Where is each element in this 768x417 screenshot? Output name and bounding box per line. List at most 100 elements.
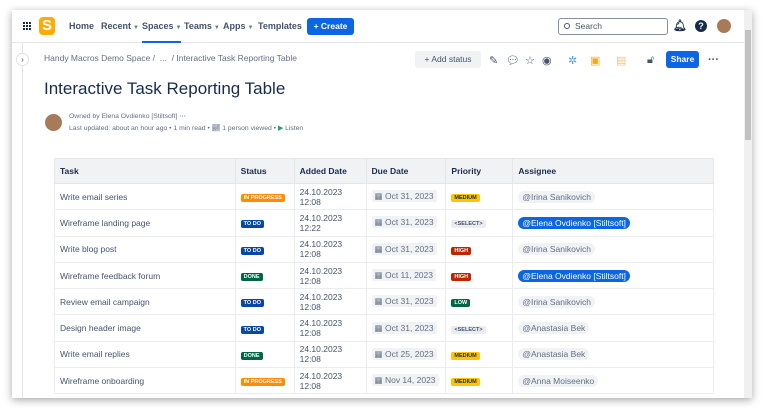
due-date-cell[interactable]: ▦ Oct 31, 2023 bbox=[365, 182, 447, 211]
assignee-cell[interactable]: @Irina Sanikovich bbox=[512, 235, 714, 263]
viewed-count[interactable]: 1 person viewed bbox=[222, 125, 272, 132]
search-input[interactable]: Search bbox=[558, 18, 668, 35]
due-date-cell[interactable]: ▦ Oct 31, 2023 bbox=[365, 235, 447, 263]
confluence-logo[interactable]: S bbox=[39, 17, 55, 35]
status-cell[interactable]: TO DO bbox=[234, 235, 295, 263]
task-cell[interactable]: Write email replies bbox=[54, 340, 236, 369]
scrollbar-thumb[interactable] bbox=[745, 30, 751, 140]
column-header[interactable]: Task bbox=[54, 158, 236, 184]
priority-badge[interactable]: <SELECT> bbox=[451, 220, 486, 229]
nav-recent[interactable]: Recent ▼ bbox=[101, 10, 139, 43]
nav-home[interactable]: Home bbox=[69, 10, 94, 43]
app-icon[interactable]: ▣ bbox=[590, 54, 600, 67]
listen-link[interactable]: Listen bbox=[285, 125, 303, 132]
column-header[interactable]: Priority bbox=[445, 158, 514, 184]
status-cell[interactable]: DONE bbox=[234, 340, 295, 369]
task-cell[interactable]: Write email series bbox=[54, 182, 236, 211]
task-cell[interactable]: Wireframe feedback forum bbox=[54, 261, 236, 290]
priority-cell[interactable]: <SELECT> bbox=[445, 314, 514, 342]
priority-cell[interactable]: MEDIUM bbox=[445, 340, 514, 369]
status-badge[interactable]: TO DO bbox=[240, 220, 264, 229]
task-cell[interactable]: Write blog post bbox=[54, 235, 236, 263]
assignee-cell[interactable]: @Anna Moiseenko bbox=[512, 367, 714, 395]
assignee-cell[interactable]: @Irina Sanikovich bbox=[512, 182, 714, 211]
app-switcher-icon[interactable] bbox=[23, 22, 32, 31]
status-cell[interactable]: TO DO bbox=[234, 209, 295, 237]
priority-cell[interactable]: <SELECT> bbox=[445, 209, 514, 237]
priority-badge[interactable]: MEDIUM bbox=[451, 194, 480, 203]
assignee-cell[interactable]: @Anastasia Bek bbox=[512, 314, 714, 342]
app-icon-2[interactable]: ▤ bbox=[616, 54, 626, 67]
more-actions-icon[interactable]: ··· bbox=[708, 54, 719, 66]
priority-cell[interactable]: HIGH bbox=[445, 235, 514, 263]
assignee-cell[interactable]: @Irina Sanikovich bbox=[512, 288, 714, 316]
task-cell[interactable]: Review email campaign bbox=[54, 288, 236, 316]
status-cell[interactable]: TO DO bbox=[234, 288, 295, 316]
column-header[interactable]: Status bbox=[234, 158, 295, 184]
assignee-mention[interactable]: @Elena Ovdienko [Stiltsoft] bbox=[518, 216, 630, 229]
status-badge[interactable]: TO DO bbox=[240, 299, 264, 308]
due-date-cell[interactable]: ▦ Oct 25, 2023 bbox=[365, 340, 447, 369]
assignee-mention[interactable]: @Elena Ovdienko [Stiltsoft] bbox=[518, 269, 630, 282]
priority-cell[interactable]: MEDIUM bbox=[445, 182, 514, 211]
assignee-mention[interactable]: @Irina Sanikovich bbox=[518, 295, 595, 308]
more-icon[interactable]: ··· bbox=[179, 113, 186, 120]
priority-cell[interactable]: LOW bbox=[445, 288, 514, 316]
create-button[interactable]: + Create bbox=[307, 18, 354, 35]
due-date-cell[interactable]: ▦ Nov 14, 2023 bbox=[365, 367, 447, 395]
assignee-mention[interactable]: @Anastasia Bek bbox=[518, 348, 590, 361]
due-date-cell[interactable]: ▦ Oct 31, 2023 bbox=[365, 209, 447, 237]
breadcrumb-space[interactable]: Handy Macros Demo Space bbox=[44, 53, 150, 63]
due-date[interactable]: ▦ Oct 25, 2023 bbox=[371, 347, 437, 360]
expand-sidebar-button[interactable]: › bbox=[16, 53, 29, 66]
nav-apps[interactable]: Apps ▼ bbox=[223, 10, 253, 43]
assignee-cell[interactable]: @Elena Ovdienko [Stiltsoft] bbox=[512, 209, 714, 237]
priority-badge[interactable]: HIGH bbox=[451, 246, 472, 255]
assignee-mention[interactable]: @Irina Sanikovich bbox=[518, 190, 595, 203]
status-cell[interactable]: TO DO bbox=[234, 314, 295, 342]
add-status-button[interactable]: + Add status bbox=[415, 51, 481, 68]
owner-avatar[interactable] bbox=[45, 114, 62, 131]
priority-cell[interactable]: HIGH bbox=[445, 261, 514, 290]
assignee-mention[interactable]: @Anastasia Bek bbox=[518, 322, 590, 335]
edit-icon[interactable]: ✎ bbox=[489, 54, 498, 67]
assignee-cell[interactable]: @Anastasia Bek bbox=[512, 340, 714, 369]
star-icon[interactable]: ☆ bbox=[525, 54, 535, 67]
status-cell[interactable]: DONE bbox=[234, 261, 295, 290]
due-date-cell[interactable]: ▦ Oct 31, 2023 bbox=[365, 288, 447, 316]
status-badge[interactable]: TO DO bbox=[240, 325, 264, 334]
status-badge[interactable]: IN PROGRESS bbox=[240, 378, 285, 387]
due-date-cell[interactable]: ▦ Oct 11, 2023 bbox=[365, 261, 447, 290]
column-header[interactable]: Added Date bbox=[293, 158, 367, 184]
task-cell[interactable]: Design header image bbox=[54, 314, 236, 342]
priority-badge[interactable]: HIGH bbox=[451, 273, 472, 282]
restrictions-icon[interactable]: 🔓︎ bbox=[647, 54, 654, 67]
nav-templates[interactable]: Templates bbox=[258, 10, 302, 43]
user-avatar[interactable] bbox=[717, 19, 731, 33]
status-badge[interactable]: TO DO bbox=[240, 246, 264, 255]
task-cell[interactable]: Wireframe onboarding bbox=[54, 367, 236, 395]
notifications-icon[interactable]: 🔔︎ bbox=[673, 20, 687, 32]
priority-badge[interactable]: LOW bbox=[451, 299, 471, 308]
column-header[interactable]: Due Date bbox=[365, 158, 447, 184]
scrollbar[interactable] bbox=[744, 10, 752, 398]
due-date-cell[interactable]: ▦ Oct 31, 2023 bbox=[365, 314, 447, 342]
assignee-mention[interactable]: @Anna Moiseenko bbox=[518, 374, 599, 387]
priority-cell[interactable]: MEDIUM bbox=[445, 367, 514, 395]
due-date[interactable]: ▦ Oct 31, 2023 bbox=[371, 216, 437, 229]
status-badge[interactable]: DONE bbox=[240, 273, 263, 282]
play-icon[interactable]: ▶ bbox=[278, 125, 283, 132]
loading-app-icon[interactable]: ✲ bbox=[568, 54, 577, 67]
task-cell[interactable]: Wireframe landing page bbox=[54, 209, 236, 237]
watch-icon[interactable]: ◉ bbox=[542, 54, 552, 67]
owner-text[interactable]: Owned by Elena Ovdienko [Stiltsoft] bbox=[69, 113, 177, 120]
nav-spaces[interactable]: Spaces ▼ bbox=[142, 10, 182, 43]
priority-badge[interactable]: MEDIUM bbox=[451, 351, 480, 360]
status-cell[interactable]: IN PROGRESS bbox=[234, 367, 295, 395]
breadcrumb-ellipsis[interactable]: ... bbox=[160, 53, 167, 63]
nav-teams[interactable]: Teams ▼ bbox=[184, 10, 220, 43]
help-icon[interactable]: ? bbox=[695, 20, 707, 32]
priority-badge[interactable]: MEDIUM bbox=[451, 378, 480, 387]
status-badge[interactable]: IN PROGRESS bbox=[240, 194, 285, 203]
due-date[interactable]: ▦ Oct 31, 2023 bbox=[371, 321, 437, 334]
